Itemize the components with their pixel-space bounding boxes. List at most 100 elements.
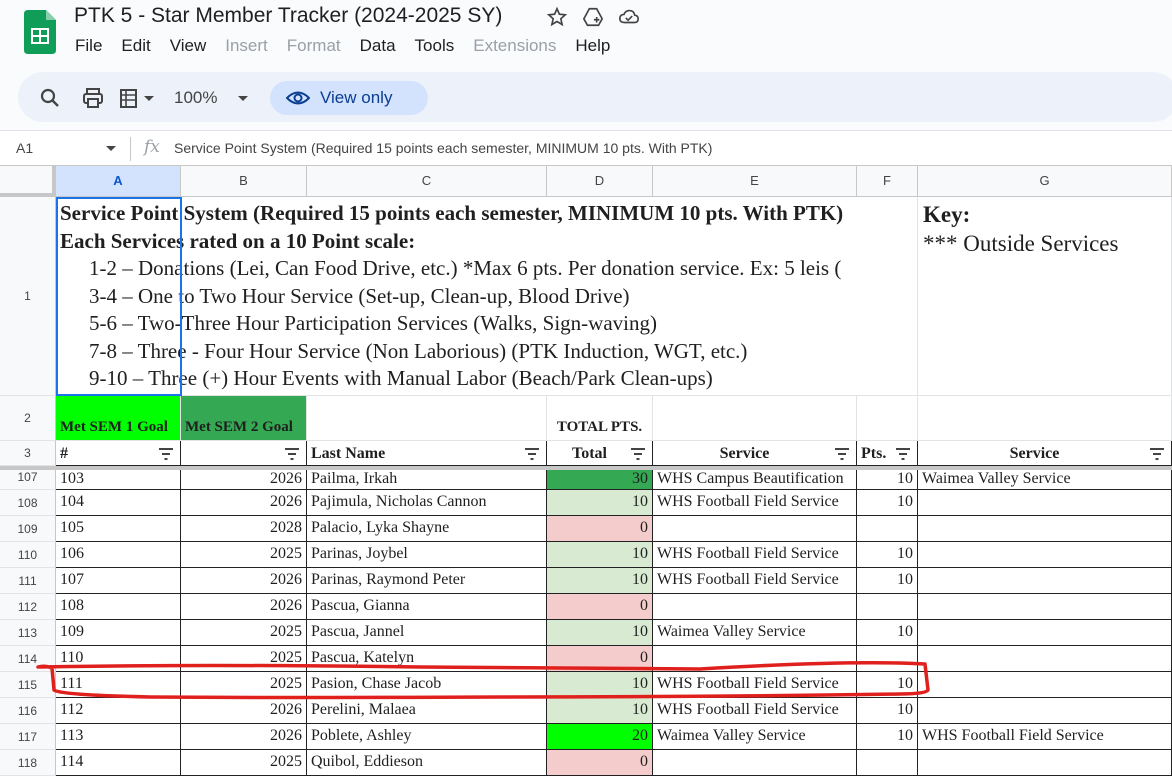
cloud-status-icon[interactable]: [618, 6, 640, 28]
menu-insert[interactable]: Insert: [225, 36, 268, 56]
cell-year[interactable]: 2026: [181, 470, 307, 490]
column-header-a[interactable]: A: [56, 166, 181, 197]
cell-service2[interactable]: Waimea Valley Service: [918, 470, 1172, 490]
filter-icon[interactable]: [630, 447, 646, 461]
cell-num[interactable]: 107: [56, 568, 181, 594]
cell-total[interactable]: 0: [547, 646, 653, 672]
cell-total[interactable]: 0: [547, 750, 653, 776]
column-header-f[interactable]: F: [857, 166, 918, 197]
row-header-2[interactable]: 2: [0, 396, 56, 441]
cell-met-sem1-goal[interactable]: Met SEM 1 Goal: [56, 396, 181, 441]
row-header-118[interactable]: 118: [0, 750, 56, 776]
cell-total[interactable]: 10: [547, 672, 653, 698]
cell-service2[interactable]: [918, 698, 1172, 724]
cell-num[interactable]: 114: [56, 750, 181, 776]
search-icon[interactable]: [38, 86, 62, 110]
row-header-115[interactable]: 115: [0, 672, 56, 698]
cell-name[interactable]: Parinas, Joybel: [307, 542, 547, 568]
sheets-logo-icon[interactable]: [24, 10, 56, 54]
cell-name[interactable]: Pasion, Chase Jacob: [307, 672, 547, 698]
cell-num[interactable]: 111: [56, 672, 181, 698]
header-cell-a[interactable]: #: [56, 441, 181, 466]
cell-total[interactable]: 30: [547, 470, 653, 490]
cell-total[interactable]: 10: [547, 698, 653, 724]
cell-service[interactable]: Waimea Valley Service: [653, 620, 857, 646]
cell-pts[interactable]: [857, 750, 918, 776]
cell-year[interactable]: 2026: [181, 594, 307, 620]
cell-year[interactable]: 2028: [181, 516, 307, 542]
filter-icon[interactable]: [1149, 447, 1165, 461]
cell-num[interactable]: 104: [56, 490, 181, 516]
column-header-e[interactable]: E: [653, 166, 857, 197]
filter-icon[interactable]: [158, 447, 174, 461]
filter-icon[interactable]: [524, 447, 540, 461]
cell-service2[interactable]: [918, 750, 1172, 776]
cell-pts[interactable]: 10: [857, 620, 918, 646]
row-header-109[interactable]: 109: [0, 516, 56, 542]
cell-num[interactable]: 103: [56, 470, 181, 490]
cell-service[interactable]: WHS Football Field Service: [653, 568, 857, 594]
cell-num[interactable]: 106: [56, 542, 181, 568]
cell-year[interactable]: 2026: [181, 698, 307, 724]
view-only-button[interactable]: View only: [270, 81, 428, 115]
cell-total-pts[interactable]: TOTAL PTS.: [547, 396, 653, 441]
cell-year[interactable]: 2025: [181, 672, 307, 698]
cell-pts[interactable]: [857, 646, 918, 672]
cell-pts[interactable]: 10: [857, 568, 918, 594]
cell-num[interactable]: 112: [56, 698, 181, 724]
filter-icon[interactable]: [895, 447, 911, 461]
row-header-112[interactable]: 112: [0, 594, 56, 620]
cell-num[interactable]: 108: [56, 594, 181, 620]
cell-name[interactable]: Pascua, Katelyn: [307, 646, 547, 672]
cell-service2[interactable]: [918, 516, 1172, 542]
row-header-108[interactable]: 108: [0, 490, 56, 516]
cell-pts[interactable]: 10: [857, 490, 918, 516]
cell-pts[interactable]: [857, 516, 918, 542]
cell-pts[interactable]: [857, 594, 918, 620]
cell-service[interactable]: WHS Football Field Service: [653, 542, 857, 568]
cell-num[interactable]: 105: [56, 516, 181, 542]
cell-service2[interactable]: [918, 646, 1172, 672]
cell-num[interactable]: 109: [56, 620, 181, 646]
menu-file[interactable]: File: [75, 36, 102, 56]
cell-c2[interactable]: [307, 396, 547, 441]
cell-service[interactable]: Waimea Valley Service: [653, 724, 857, 750]
cell-total[interactable]: 10: [547, 542, 653, 568]
cell-year[interactable]: 2025: [181, 646, 307, 672]
cell-year[interactable]: 2026: [181, 490, 307, 516]
print-icon[interactable]: [81, 86, 105, 110]
select-all-corner[interactable]: [0, 166, 56, 197]
menu-edit[interactable]: Edit: [121, 36, 150, 56]
format-options-icon[interactable]: [118, 86, 142, 110]
cell-name[interactable]: Poblete, Ashley: [307, 724, 547, 750]
cell-name[interactable]: Parinas, Raymond Peter: [307, 568, 547, 594]
row-header-116[interactable]: 116: [0, 698, 56, 724]
header-cell-g[interactable]: Service: [918, 441, 1172, 466]
cell-year[interactable]: 2026: [181, 724, 307, 750]
cell-name[interactable]: Perelini, Malaea: [307, 698, 547, 724]
row-header-110[interactable]: 110: [0, 542, 56, 568]
cell-service[interactable]: [653, 646, 857, 672]
header-cell-f[interactable]: Pts.: [857, 441, 918, 466]
cell-pts[interactable]: 10: [857, 470, 918, 490]
filter-icon[interactable]: [834, 447, 850, 461]
chevron-down-icon[interactable]: [142, 86, 156, 110]
row-header-114[interactable]: 114: [0, 646, 56, 672]
row-header-3[interactable]: 3: [0, 441, 56, 466]
cell-service[interactable]: WHS Football Field Service: [653, 490, 857, 516]
cell-service2[interactable]: [918, 490, 1172, 516]
cell-service[interactable]: WHS Football Field Service: [653, 698, 857, 724]
menu-tools[interactable]: Tools: [415, 36, 455, 56]
menu-format[interactable]: Format: [287, 36, 341, 56]
row-header-1[interactable]: 1: [0, 197, 56, 396]
cell-service[interactable]: WHS Campus Beautification: [653, 470, 857, 490]
cell-service[interactable]: [653, 750, 857, 776]
menu-extensions[interactable]: Extensions: [473, 36, 556, 56]
cell-service2[interactable]: [918, 542, 1172, 568]
move-to-drive-icon[interactable]: [582, 6, 604, 28]
cell-pts[interactable]: 10: [857, 724, 918, 750]
column-header-b[interactable]: B: [181, 166, 307, 197]
cell-total[interactable]: 0: [547, 594, 653, 620]
zoom-level[interactable]: 100%: [174, 88, 217, 108]
header-cell-b[interactable]: [181, 441, 307, 466]
